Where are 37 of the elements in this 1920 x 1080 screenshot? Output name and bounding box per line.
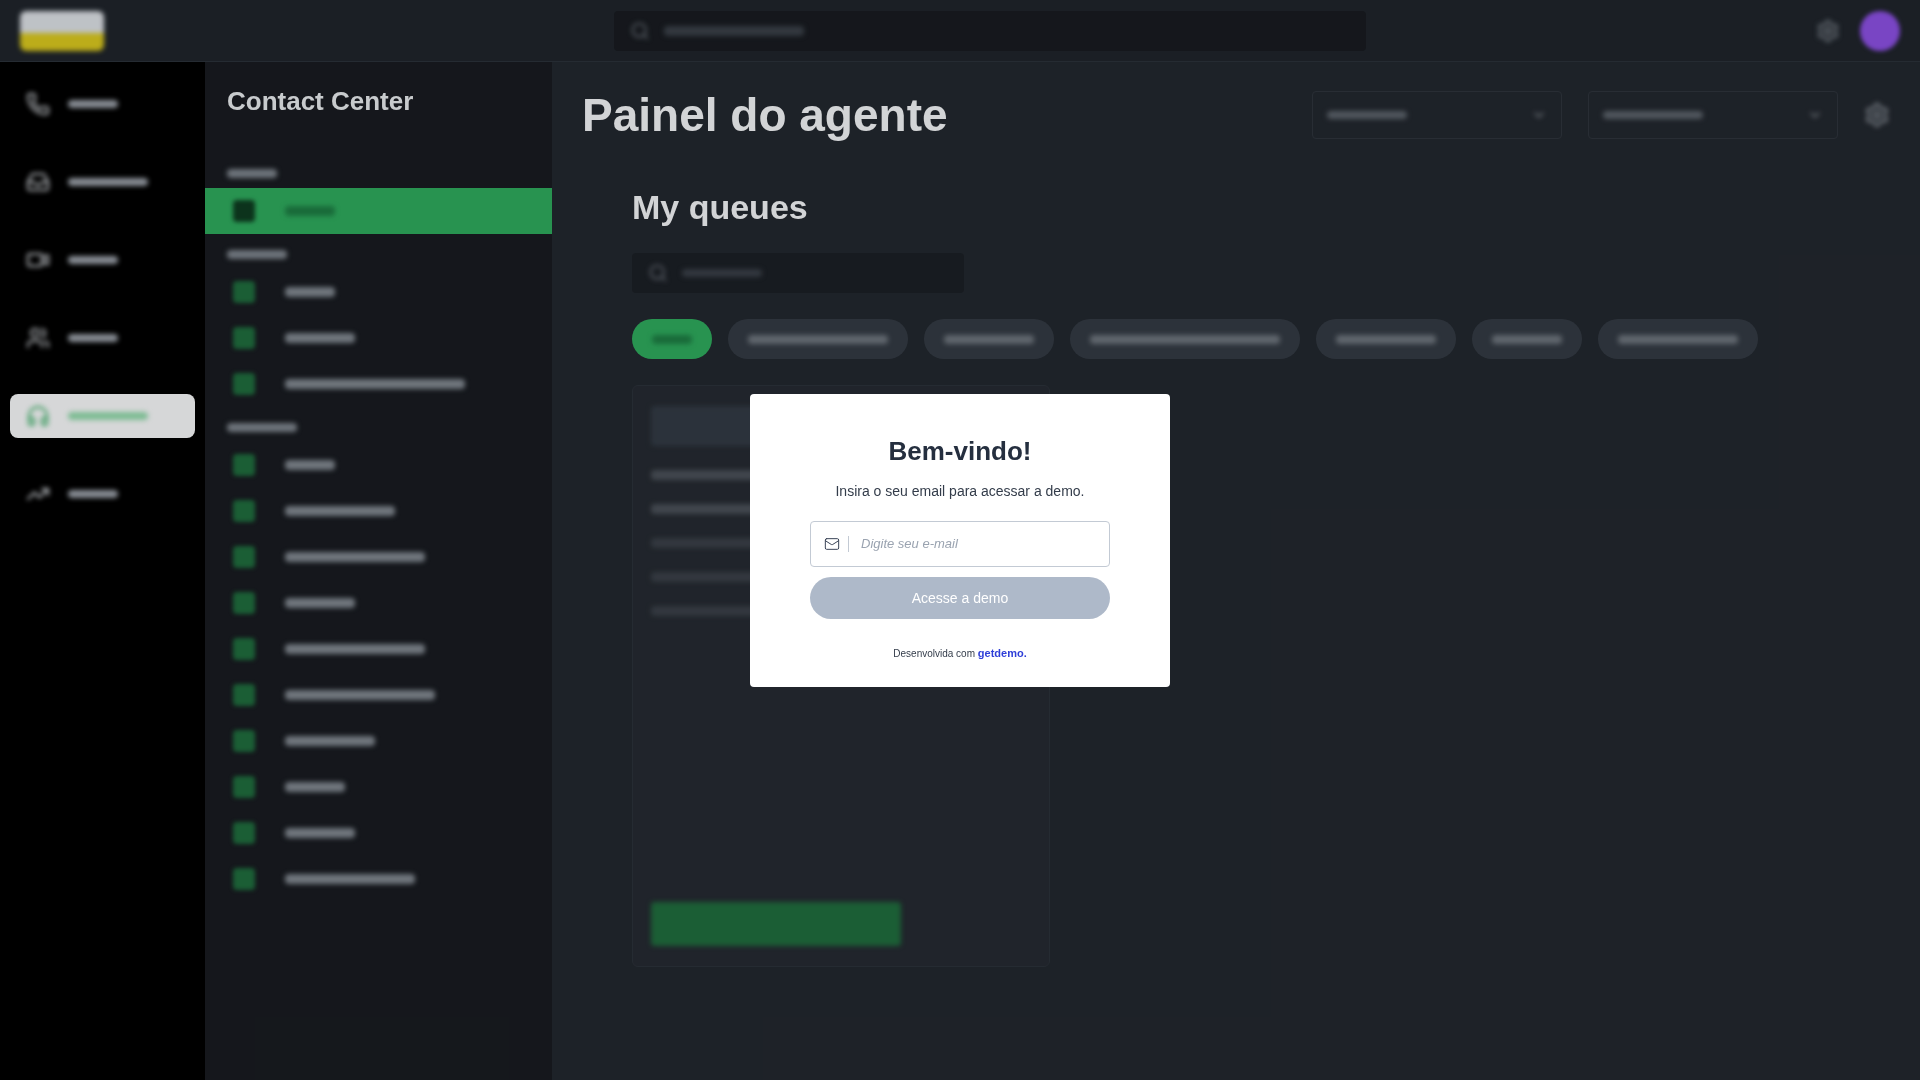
sidebar-title: Contact Center <box>226 86 415 117</box>
email-field[interactable]: Digite seu e-mail <box>810 520 1110 567</box>
page-title: Painel do agente <box>582 88 949 142</box>
inbox-icon <box>26 170 50 194</box>
users-icon <box>26 326 50 350</box>
blurred-label <box>68 100 118 108</box>
search-icon <box>648 263 668 283</box>
mail-icon <box>824 535 840 552</box>
filter-chip[interactable] <box>1472 319 1582 359</box>
filter-chip[interactable] <box>728 319 908 359</box>
avatar[interactable] <box>1860 10 1900 51</box>
settings-icon[interactable] <box>1864 102 1890 128</box>
blurred-label <box>227 250 287 259</box>
blurred-label <box>68 256 118 264</box>
filter-chip[interactable] <box>1316 319 1456 359</box>
search-field[interactable] <box>614 10 1366 51</box>
dropdown[interactable] <box>1588 91 1838 139</box>
section-title: My queues <box>632 188 809 227</box>
blurred-label <box>68 490 118 498</box>
filter-chip[interactable] <box>632 319 712 359</box>
settings-icon[interactable] <box>1816 18 1840 43</box>
blurred-label <box>227 169 277 178</box>
search-icon <box>630 20 650 41</box>
blurred-label <box>68 334 118 342</box>
search-field[interactable] <box>632 253 964 293</box>
filter-chip[interactable] <box>924 319 1054 359</box>
dropdown[interactable] <box>1312 91 1562 139</box>
filter-chip[interactable] <box>1598 319 1758 359</box>
dialog-subtitle: Insira o seu email para acessar a demo. <box>835 482 1085 499</box>
dialog-title: Bem-vindo! <box>888 435 1032 467</box>
sidebar-item[interactable] <box>205 188 552 234</box>
getdemo-link[interactable]: getdemo. <box>977 646 1027 659</box>
headset-icon <box>26 404 50 428</box>
filter-chip[interactable] <box>1070 319 1300 359</box>
phone-icon <box>26 92 50 116</box>
credit-text: Desenvolvida com getdemo. <box>893 646 1027 659</box>
blurred-label <box>227 423 297 432</box>
